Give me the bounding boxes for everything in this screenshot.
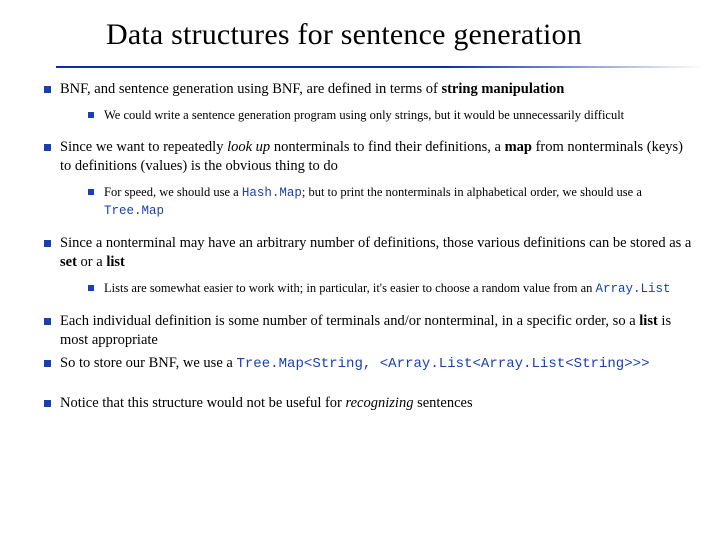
- bullet-3-text-a: Since a nonterminal may have an arbitrar…: [60, 235, 691, 251]
- slide-title: Data structures for sentence generation: [106, 18, 692, 52]
- bullet-list: BNF, and sentence generation using BNF, …: [38, 80, 692, 413]
- bullet-3-sub: Lists are somewhat easier to work with; …: [86, 280, 692, 298]
- bullet-3-bold2: list: [106, 254, 125, 270]
- bullet-4: Each individual definition is some numbe…: [38, 312, 692, 350]
- bullet-3: Since a nonterminal may have an arbitrar…: [38, 234, 692, 298]
- bullet-2: Since we want to repeatedly look up nont…: [38, 138, 692, 220]
- treemap-type-code: Tree.Map<String, <Array.List<Array.List<…: [236, 356, 649, 372]
- title-underline: [56, 66, 704, 68]
- bullet-2-text-b: nonterminals to find their definitions, …: [270, 139, 504, 155]
- bullet-2-sub: For speed, we should use a Hash.Map; but…: [86, 184, 692, 220]
- bullet-1: BNF, and sentence generation using BNF, …: [38, 80, 692, 124]
- bullet-6: Notice that this structure would not be …: [38, 394, 692, 413]
- bullet-5: So to store our BNF, we use a Tree.Map<S…: [38, 354, 692, 374]
- bullet-6-em: recognizing: [346, 395, 414, 411]
- bullet-1-bold: string manipulation: [441, 81, 564, 97]
- bullet-3-text-b: or a: [77, 254, 106, 270]
- bullet-2-sub-a: For speed, we should use a: [104, 185, 242, 199]
- bullet-4-bold: list: [639, 313, 658, 329]
- bullet-3-bold1: set: [60, 254, 77, 270]
- bullet-2-bold: map: [505, 139, 532, 155]
- bullet-3-sub-a: Lists are somewhat easier to work with; …: [104, 281, 596, 295]
- bullet-6-text-b: sentences: [413, 395, 472, 411]
- bullet-4-text-a: Each individual definition is some numbe…: [60, 313, 639, 329]
- bullet-2-sub-b: ; but to print the nonterminals in alpha…: [302, 185, 642, 199]
- bullet-2-em: look up: [227, 139, 270, 155]
- hashmap-code: Hash.Map: [242, 186, 302, 200]
- bullet-1-sub: We could write a sentence generation pro…: [86, 107, 692, 124]
- bullet-5-text-a: So to store our BNF, we use a: [60, 355, 236, 371]
- bullet-1-text-a: BNF, and sentence generation using BNF, …: [60, 81, 441, 97]
- bullet-6-text-a: Notice that this structure would not be …: [60, 395, 346, 411]
- bullet-2-text-a: Since we want to repeatedly: [60, 139, 227, 155]
- arraylist-code: Array.List: [596, 282, 671, 296]
- treemap-code: Tree.Map: [104, 204, 164, 218]
